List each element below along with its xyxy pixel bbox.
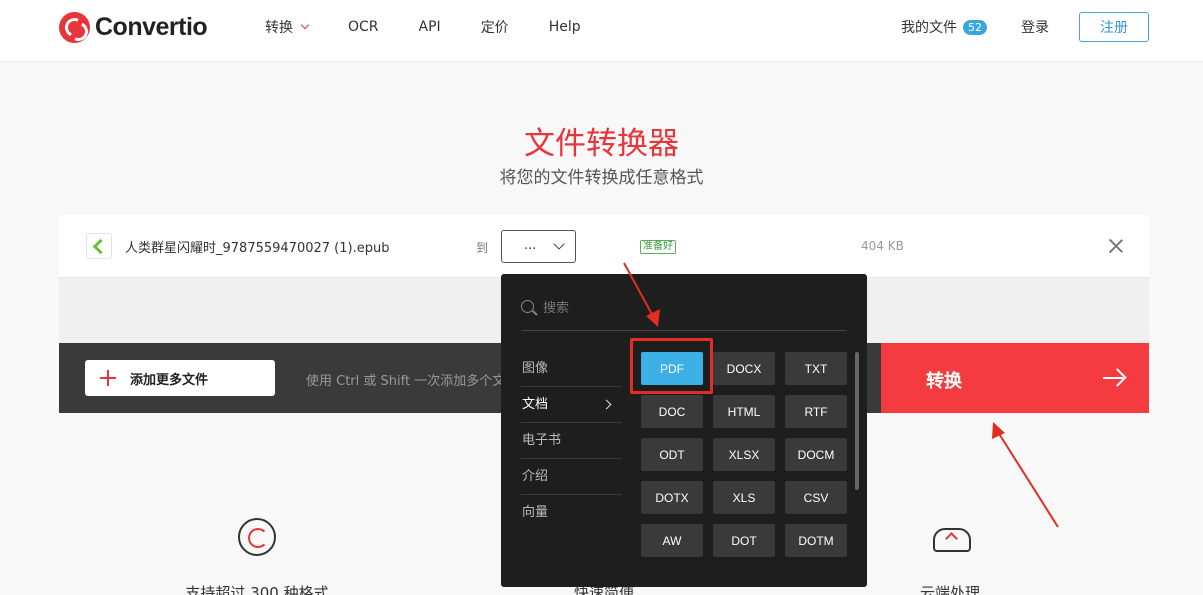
login-link[interactable]: 登录 — [1021, 17, 1049, 37]
my-files-link[interactable]: 我的文件 52 — [901, 17, 987, 37]
format-category-list: 图像 文档 电子书 介绍 向量 — [521, 351, 622, 531]
account-nav: 我的文件 52 登录 注册 — [901, 12, 1149, 42]
plus-icon — [100, 370, 116, 386]
nav-item-ocr[interactable]: OCR — [348, 18, 379, 36]
sync-icon — [238, 518, 276, 556]
feature-label: 支持超过 300 种格式 — [185, 584, 329, 595]
brand-name: Convertio — [95, 12, 208, 41]
main-nav: 转换 OCR API 定价 Help — [265, 18, 621, 36]
file-count-badge: 52 — [963, 19, 987, 35]
format-dropdown: 图像 文档 电子书 介绍 向量 PDF DOCX TXT DOC HTML RT… — [501, 274, 867, 587]
format-option-odt[interactable]: ODT — [641, 438, 703, 471]
format-option-dotx[interactable]: DOTX — [641, 481, 703, 514]
nav-item-pricing[interactable]: 定价 — [481, 18, 509, 36]
nav-item-label: Help — [548, 19, 581, 35]
convert-button-label: 转换 — [926, 371, 962, 392]
file-name: 人类群星闪耀时_9787559470027 (1).epub — [125, 241, 390, 256]
format-option-html[interactable]: HTML — [713, 395, 775, 428]
format-search-input[interactable] — [543, 296, 833, 320]
category-vector[interactable]: 向量 — [521, 495, 622, 531]
file-size: 404 KB — [861, 239, 904, 253]
cloud-upload-icon — [931, 518, 971, 556]
nav-item-label: API — [418, 19, 441, 35]
nav-item-label: OCR — [348, 19, 379, 35]
status-badge: 准备好 — [640, 240, 676, 254]
category-ebook[interactable]: 电子书 — [521, 423, 622, 459]
epub-file-icon — [86, 233, 112, 259]
target-format-select[interactable]: ... — [501, 230, 576, 263]
feature-label: 云端处理 — [919, 584, 980, 595]
format-option-dot[interactable]: DOT — [713, 524, 775, 557]
convert-button[interactable]: 转换 — [881, 343, 1149, 413]
nav-item-api[interactable]: API — [419, 18, 441, 36]
format-option-xlsx[interactable]: XLSX — [713, 438, 775, 471]
format-option-csv[interactable]: CSV — [785, 481, 847, 514]
brand-logo[interactable]: Convertio — [59, 10, 208, 44]
feature-cloud: 云端处理 — [850, 518, 1050, 595]
format-option-txt[interactable]: TXT — [785, 352, 847, 385]
top-header: Convertio 转换 OCR API 定价 Help 我的文件 52 登录 … — [0, 0, 1203, 62]
page-subtitle: 将您的文件转换成任意格式 — [499, 168, 704, 188]
format-option-docx[interactable]: DOCX — [713, 352, 775, 385]
add-more-files-label: 添加更多文件 — [130, 372, 209, 388]
nav-item-label: 转换 — [265, 20, 293, 36]
format-list-scrollbar[interactable] — [855, 352, 859, 490]
format-option-aw[interactable]: AW — [641, 524, 703, 557]
selected-format-value: ... — [524, 238, 537, 253]
multi-select-hint: 使用 Ctrl 或 Shift 一次添加多个文件 — [306, 374, 519, 389]
category-label: 文档 — [522, 397, 549, 412]
file-row: 人类群星闪耀时_9787559470027 (1).epub 到 ... 准备好… — [59, 215, 1149, 278]
format-option-docm[interactable]: DOCM — [785, 438, 847, 471]
chevron-down-icon — [553, 238, 565, 250]
search-icon — [521, 300, 534, 313]
format-option-xls[interactable]: XLS — [713, 481, 775, 514]
feature-formats: 支持超过 300 种格式 — [157, 518, 357, 595]
format-option-doc[interactable]: DOC — [641, 395, 703, 428]
page-title: 文件转换器 — [524, 126, 679, 162]
chevron-right-icon — [601, 399, 612, 410]
annotation-highlight-box — [630, 338, 713, 394]
add-more-files-button[interactable]: 添加更多文件 — [85, 360, 275, 396]
convertio-logo-icon — [59, 11, 90, 43]
my-files-label: 我的文件 — [901, 20, 957, 36]
arrow-right-icon — [1103, 368, 1125, 388]
nav-item-label: 定价 — [480, 20, 509, 36]
format-option-rtf[interactable]: RTF — [785, 395, 847, 428]
category-document[interactable]: 文档 — [521, 387, 622, 423]
chevron-down-icon — [300, 20, 310, 30]
close-icon[interactable] — [1107, 237, 1125, 255]
format-option-dotm[interactable]: DOTM — [785, 524, 847, 557]
category-image[interactable]: 图像 — [521, 351, 622, 387]
nav-item-help[interactable]: Help — [549, 18, 581, 36]
format-search — [521, 296, 847, 331]
nav-item-convert[interactable]: 转换 — [265, 18, 310, 36]
annotation-arrow-to-convert — [992, 422, 1059, 528]
register-button[interactable]: 注册 — [1079, 12, 1149, 42]
category-presentation[interactable]: 介绍 — [521, 459, 622, 495]
to-label: 到 — [476, 241, 489, 255]
